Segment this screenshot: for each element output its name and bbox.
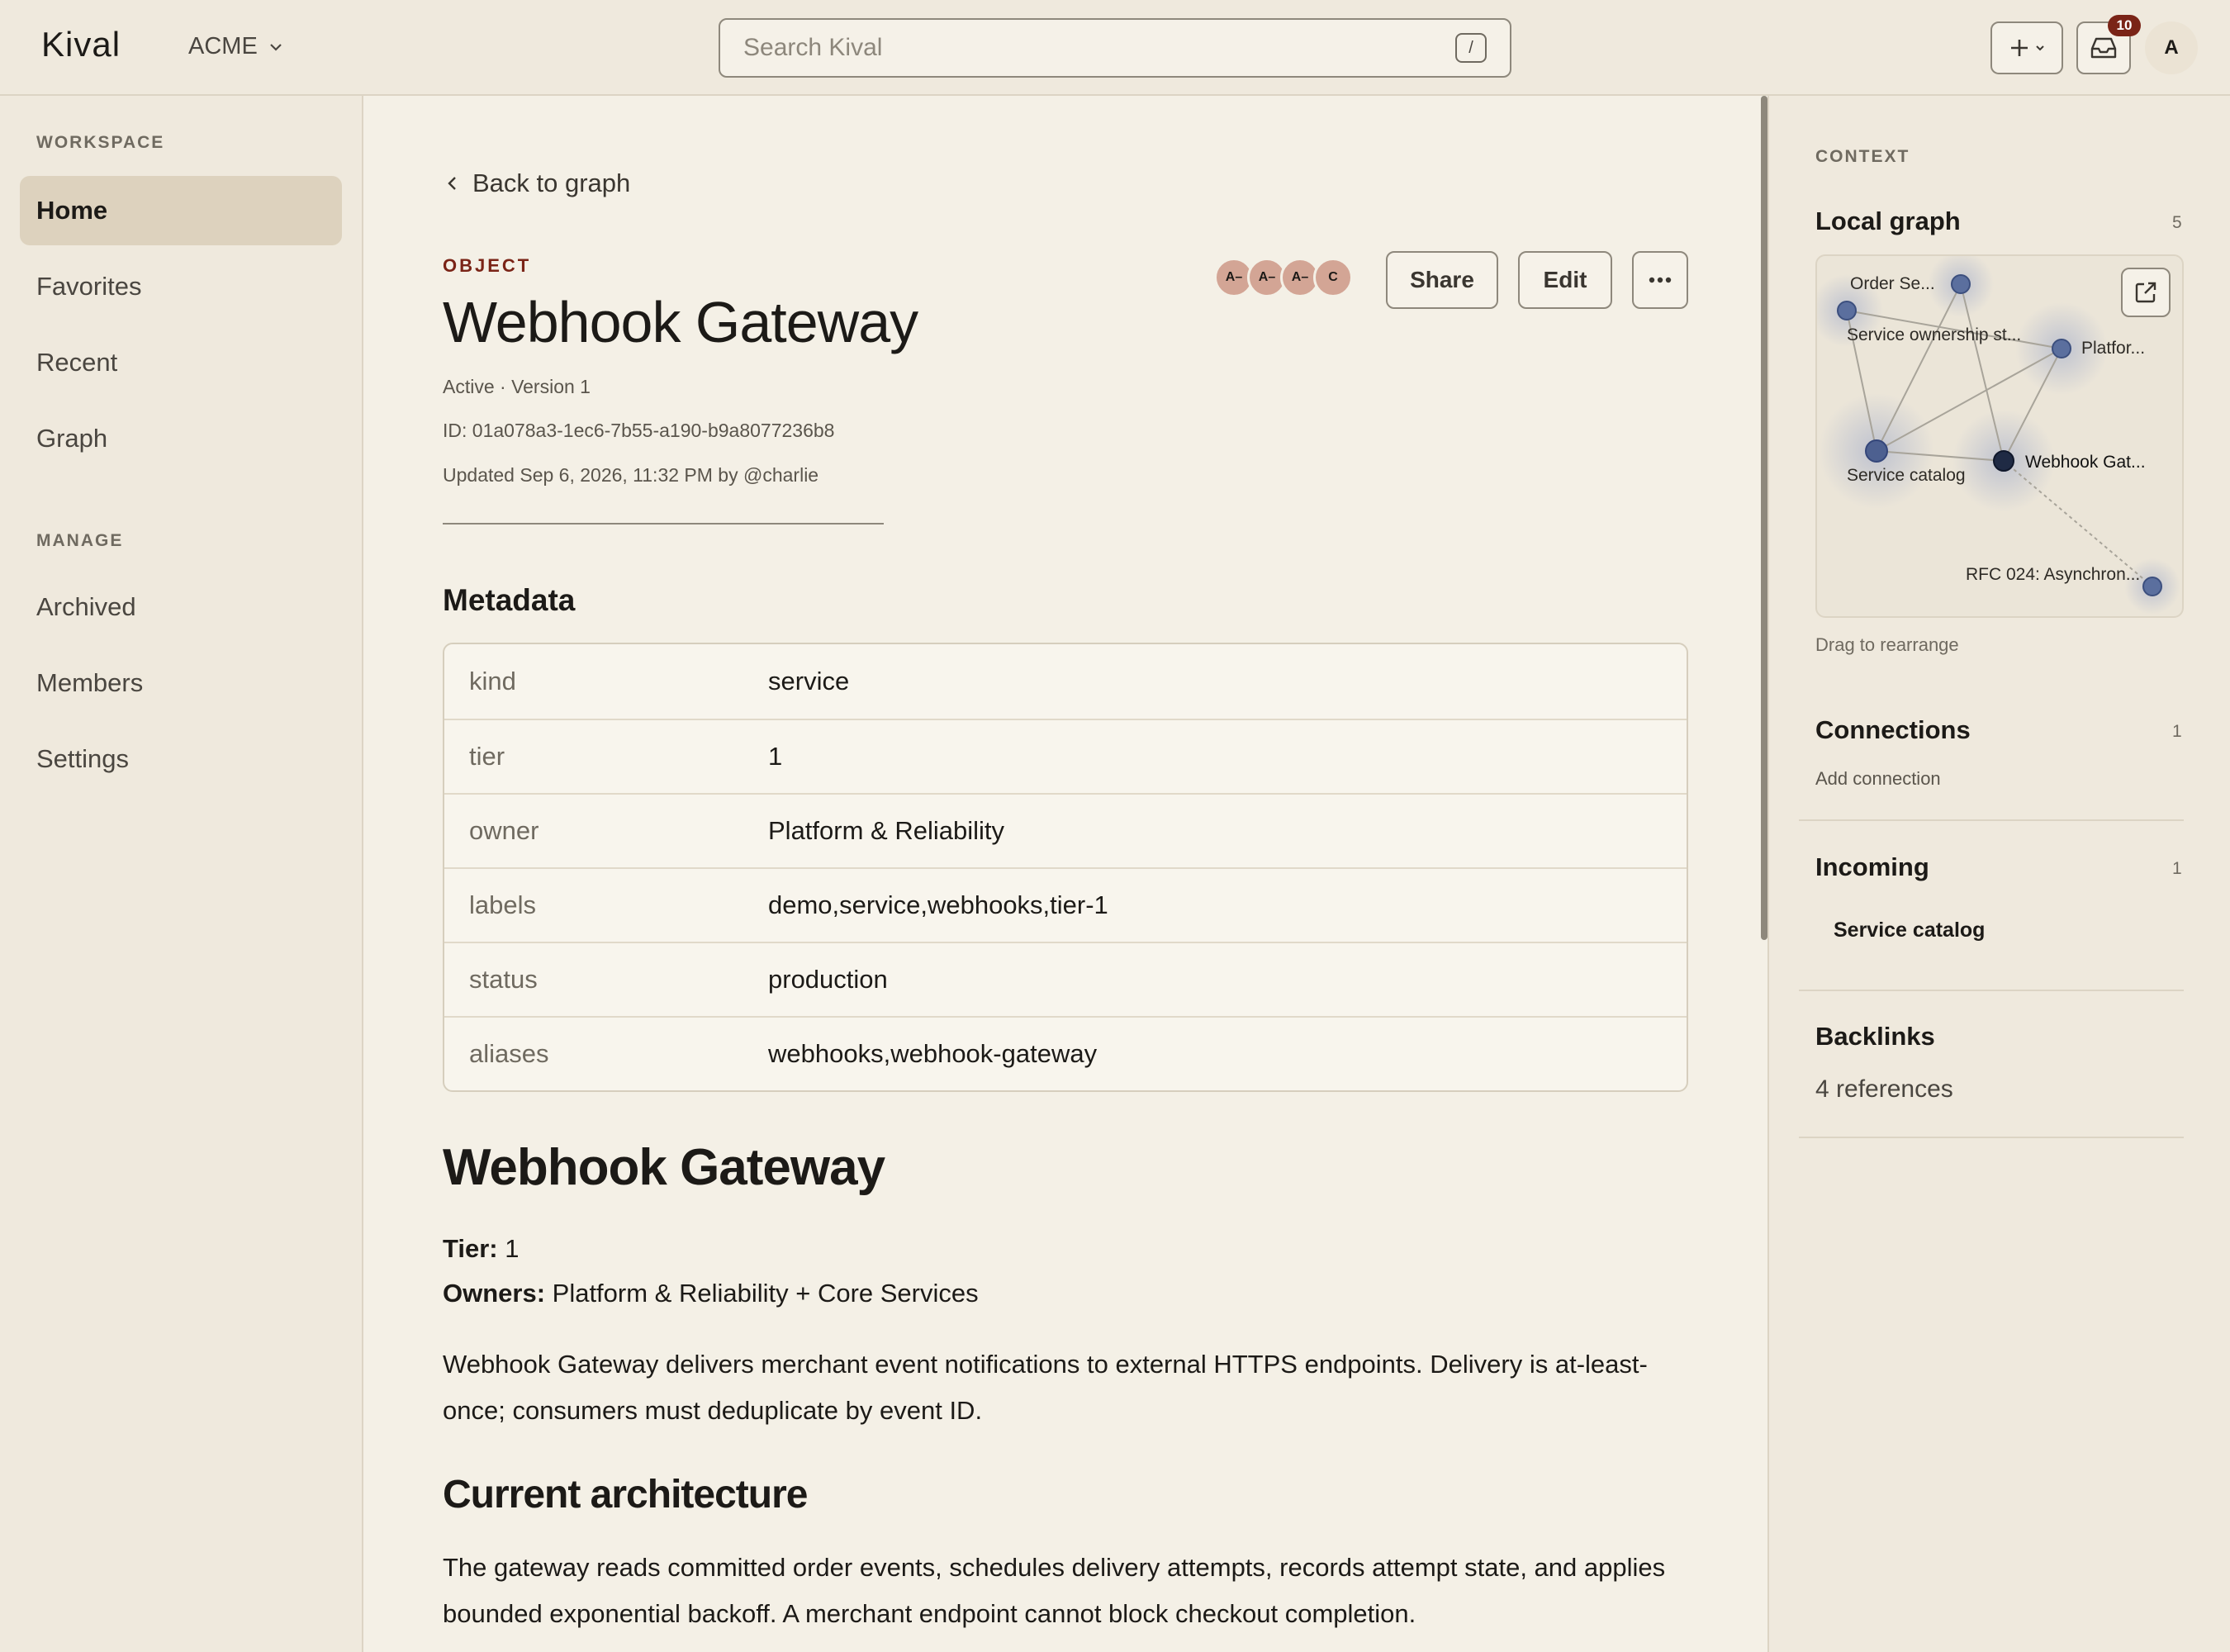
graph-node-label-focused: Webhook Gat...	[2025, 453, 2146, 472]
graph-node-label: RFC 024: Asynchron...	[1966, 565, 2140, 584]
external-link-icon	[2135, 282, 2156, 303]
graph-node-label: Order Se...	[1850, 274, 1935, 293]
search-input[interactable]	[743, 34, 1455, 62]
org-switcher[interactable]: ACME	[188, 33, 282, 60]
panel-divider	[1799, 1137, 2184, 1138]
create-new-button[interactable]	[1990, 21, 2063, 74]
metadata-key: labels	[469, 890, 536, 919]
presence-avatar[interactable]: C	[1313, 258, 1353, 297]
connections-title: Connections	[1815, 715, 1971, 744]
local-graph-count: 5	[2172, 213, 2182, 232]
open-graph-button[interactable]	[2121, 268, 2171, 317]
metadata-value: Platform & Reliability	[768, 816, 1004, 845]
org-name: ACME	[188, 33, 258, 59]
metadata-value: webhooks,webhook-gateway	[768, 1039, 1098, 1068]
back-to-graph-link[interactable]: Back to graph	[446, 169, 630, 198]
search-shortcut-hint: /	[1455, 33, 1487, 63]
sidebar-item-home[interactable]: Home	[20, 176, 342, 245]
app-logo[interactable]: Kival	[41, 25, 121, 64]
sidebar-item-favorites[interactable]: Favorites	[20, 252, 342, 321]
metadata-row: status production	[444, 942, 1687, 1016]
object-id-line: ID: 01a078a3-1ec6-7b55-a190-b9a8077236b8	[443, 420, 835, 441]
graph-node[interactable]	[1951, 274, 1971, 294]
chevron-left-icon	[448, 177, 456, 190]
metadata-value: 1	[768, 742, 783, 771]
manage-heading: MANAGE	[36, 531, 124, 550]
incoming-title: Incoming	[1815, 852, 1929, 881]
presence-avatars: A– A– A– C	[1214, 258, 1353, 297]
graph-node-label: Service catalog	[1847, 466, 1966, 485]
panel-divider	[1799, 990, 2184, 991]
backlinks-summary[interactable]: 4 references	[1815, 1075, 1953, 1104]
user-avatar[interactable]: A	[2145, 21, 2198, 74]
graph-node[interactable]	[2052, 339, 2071, 358]
title-divider	[443, 523, 884, 525]
graph-node[interactable]	[1837, 301, 1857, 320]
object-status-line: Active · Version 1	[443, 376, 591, 397]
back-label: Back to graph	[472, 169, 631, 197]
metadata-heading: Metadata	[443, 583, 576, 617]
local-graph-title: Local graph	[1815, 206, 1961, 235]
object-updated-line: Updated Sep 6, 2026, 11:32 PM by @charli…	[443, 464, 819, 486]
graph-node[interactable]	[1865, 439, 1888, 463]
incoming-link-item[interactable]: Service catalog	[1834, 919, 1985, 942]
metadata-key: tier	[469, 742, 505, 771]
add-connection-link[interactable]: Add connection	[1815, 768, 1941, 790]
metadata-key: kind	[469, 667, 516, 695]
page-title: Webhook Gateway	[443, 290, 918, 354]
graph-node-focused[interactable]	[1993, 450, 2014, 472]
metadata-row: owner Platform & Reliability	[444, 793, 1687, 867]
metadata-row: labels demo,service,webhooks,tier-1	[444, 867, 1687, 942]
context-heading: CONTEXT	[1815, 147, 1910, 166]
incoming-count: 1	[2172, 859, 2182, 878]
metadata-row: aliases webhooks,webhook-gateway	[444, 1016, 1687, 1090]
sidebar-item-members[interactable]: Members	[20, 648, 342, 718]
document-tier-line: Tier: 1	[443, 1234, 519, 1264]
document-heading: Webhook Gateway	[443, 1139, 885, 1196]
backlinks-title: Backlinks	[1815, 1022, 1935, 1051]
panel-divider	[1799, 819, 2184, 821]
owners-label: Owners:	[443, 1279, 546, 1308]
sidebar-item-graph[interactable]: Graph	[20, 404, 342, 473]
inbox-icon	[2090, 37, 2117, 59]
owners-value: Platform & Reliability + Core Services	[545, 1279, 979, 1308]
sidebar-item-recent[interactable]: Recent	[20, 328, 342, 397]
chevron-down-icon	[270, 43, 282, 51]
metadata-value: service	[768, 667, 850, 695]
document-subheading: Current architecture	[443, 1473, 808, 1517]
plus-icon	[2011, 40, 2028, 56]
metadata-row: tier 1	[444, 719, 1687, 793]
workspace-heading: WORKSPACE	[36, 133, 165, 152]
share-button[interactable]: Share	[1386, 251, 1498, 309]
metadata-key: status	[469, 965, 538, 994]
metadata-table: kind service tier 1 owner Platform & Rel…	[443, 643, 1688, 1092]
metadata-value: production	[768, 965, 888, 994]
graph-node-label: Platfor...	[2081, 339, 2145, 358]
top-bar: Kival ACME / 10 A	[0, 0, 2230, 96]
search-bar[interactable]: /	[719, 18, 1511, 78]
document-owners-line: Owners: Platform & Reliability + Core Se…	[443, 1279, 979, 1308]
graph-node-label: Service ownership st...	[1847, 325, 2021, 344]
document-paragraph: The gateway reads committed order events…	[443, 1553, 1666, 1628]
metadata-key: owner	[469, 816, 539, 845]
metadata-value: demo,service,webhooks,tier-1	[768, 890, 1108, 919]
main-scrollbar[interactable]	[1761, 96, 1767, 940]
graph-hint: Drag to rearrange	[1815, 634, 1959, 655]
document-paragraph: Webhook Gateway delivers merchant event …	[443, 1350, 1648, 1425]
chevron-down-icon	[2036, 45, 2044, 51]
object-type-label: OBJECT	[443, 255, 532, 276]
metadata-key: aliases	[469, 1039, 549, 1068]
metadata-row: kind service	[444, 644, 1687, 719]
sidebar-item-archived[interactable]: Archived	[20, 572, 342, 642]
tier-label: Tier:	[443, 1234, 498, 1263]
tier-value: 1	[497, 1234, 520, 1263]
connections-count: 1	[2172, 722, 2182, 741]
graph-node[interactable]	[2142, 577, 2162, 596]
sidebar-item-settings[interactable]: Settings	[20, 724, 342, 794]
inbox-count-badge: 10	[2108, 15, 2141, 36]
more-horizontal-icon	[1649, 277, 1672, 283]
edit-button[interactable]: Edit	[1518, 251, 1612, 309]
more-options-button[interactable]	[1632, 251, 1688, 309]
